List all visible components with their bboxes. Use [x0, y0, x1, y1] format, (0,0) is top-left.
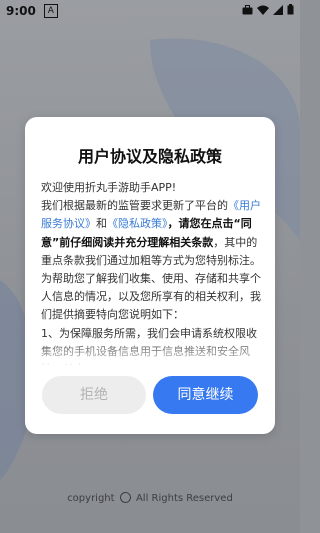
signal-icon	[273, 4, 283, 18]
privacy-policy-link[interactable]: 《隐私政策》	[107, 217, 168, 230]
status-bar: 9:00 A	[0, 0, 300, 22]
privacy-dialog: 用户协议及隐私政策 欢迎使用折丸手游助手APP! 我们根据最新的监管要求更新了平…	[25, 117, 275, 434]
agreement-text: 我们根据最新的监管要求更新了平台的	[41, 199, 228, 213]
accept-button[interactable]: 同意继续	[153, 376, 258, 414]
status-icons	[242, 4, 294, 18]
briefcase-icon	[242, 4, 253, 18]
copyright-c-icon	[119, 492, 131, 503]
scroll-fade	[41, 337, 261, 365]
app-notification-icon: A	[43, 4, 58, 18]
status-time: 9:00	[6, 4, 36, 18]
dialog-body-scroll[interactable]: 欢迎使用折丸手游助手APP! 我们根据最新的监管要求更新了平台的《用户服务协议》…	[41, 179, 261, 365]
agreement-paragraph: 我们根据最新的监管要求更新了平台的《用户服务协议》和《隐私政策》，请您在点击“同…	[41, 197, 261, 324]
wifi-icon	[257, 4, 269, 18]
copyright-prefix: copyright	[67, 493, 115, 504]
dialog-title: 用户协议及隐私政策	[77, 147, 222, 166]
decline-button[interactable]: 拒绝	[42, 376, 146, 414]
and-text: 和	[96, 217, 107, 231]
copyright-suffix: All Rights Reserved	[135, 493, 233, 504]
welcome-text: 欢迎使用折丸手游助手APP!	[41, 181, 177, 194]
copyright-footer: copyright All Rights Reserved	[0, 492, 300, 504]
battery-icon	[287, 4, 294, 18]
